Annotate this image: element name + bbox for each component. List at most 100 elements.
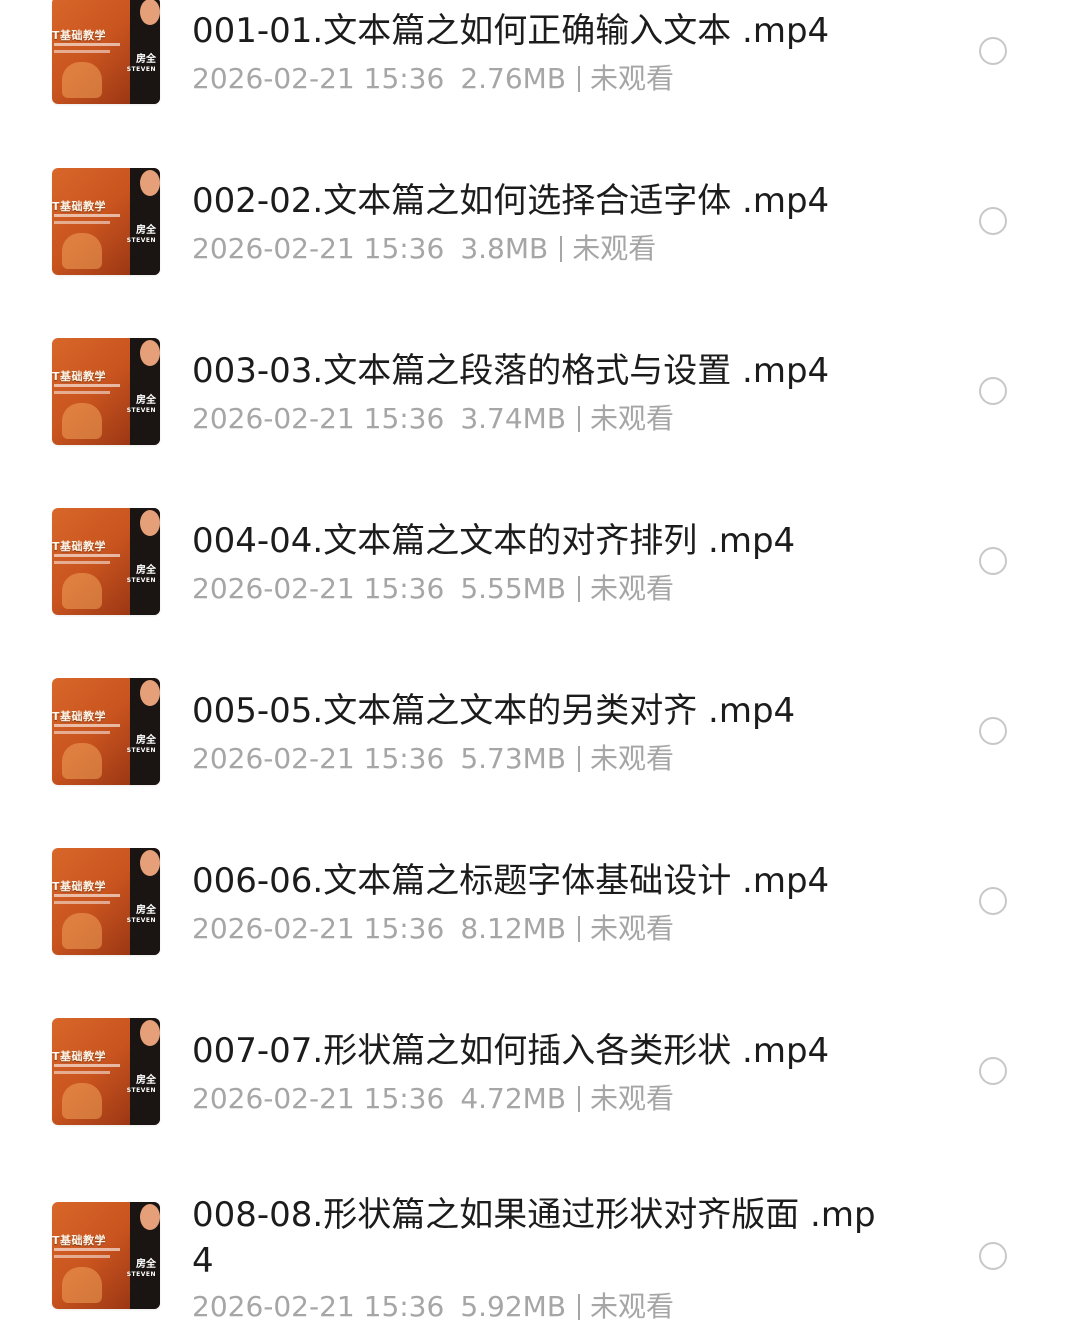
file-title[interactable]: 004-04.文本篇之文本的对齐排列 .mp4 [192, 518, 892, 564]
meta-divider [578, 406, 581, 432]
thumbnail-badge: 房全 STEVEN [127, 396, 156, 416]
file-size: 5.73MB [460, 742, 567, 775]
thumbnail-subtitle-line [54, 894, 120, 897]
file-title[interactable]: 005-05.文本篇之文本的另类对齐 .mp4 [192, 688, 892, 734]
thumbnail-subtitle-line [54, 43, 120, 46]
watch-status: 未观看 [590, 742, 675, 775]
list-item[interactable]: T基础教学 房全 STEVEN 006-06.文本篇之标题字体基础设计 .mp4 … [0, 848, 1080, 1020]
list-item[interactable]: T基础教学 房全 STEVEN 002-02.文本篇之如何选择合适字体 .mp4 … [0, 168, 1080, 340]
presenter-image [130, 848, 160, 955]
meta-divider [578, 746, 581, 772]
thumbnail-subtitle-line [54, 391, 110, 394]
file-date: 2026-02-21 15:36 [192, 402, 445, 435]
video-thumbnail: T基础教学 房全 STEVEN [52, 508, 160, 615]
meta-divider [560, 236, 563, 262]
select-radio-icon[interactable] [979, 37, 1007, 65]
select-radio-icon[interactable] [979, 207, 1007, 235]
watch-status: 未观看 [590, 1082, 675, 1115]
file-date: 2026-02-21 15:36 [192, 572, 445, 605]
select-radio-icon[interactable] [979, 717, 1007, 745]
thumbnail-subtitle-line [54, 384, 120, 387]
file-size: 3.8MB [460, 232, 549, 265]
file-title[interactable]: 003-03.文本篇之段落的格式与设置 .mp4 [192, 348, 892, 394]
select-radio-icon[interactable] [979, 377, 1007, 405]
watch-status: 未观看 [572, 232, 657, 265]
thumbnail-badge-name: 房全 [136, 1075, 156, 1086]
file-date: 2026-02-21 15:36 [192, 232, 445, 265]
file-title[interactable]: 007-07.形状篇之如何插入各类形状 .mp4 [192, 1028, 892, 1074]
thumbnail-badge-sub: STEVEN [126, 1271, 156, 1278]
list-item[interactable]: T基础教学 房全 STEVEN 001-01.文本篇之如何正确输入文本 .mp4 … [0, 0, 1080, 170]
thumbnail-badge-sub: STEVEN [126, 917, 156, 924]
watch-status: 未观看 [590, 62, 675, 95]
meta-divider [578, 66, 581, 92]
list-item[interactable]: T基础教学 房全 STEVEN 003-03.文本篇之段落的格式与设置 .mp4 … [0, 338, 1080, 510]
presenter-image [130, 338, 160, 445]
thumbnail-badge-name: 房全 [136, 565, 156, 576]
list-item[interactable]: T基础教学 房全 STEVEN 008-08.形状篇之如果通过形状对齐版面 .mp… [0, 1190, 1080, 1340]
thumbnail-badge-sub: STEVEN [126, 747, 156, 754]
watch-status: 未观看 [590, 402, 675, 435]
presenter-image [130, 678, 160, 785]
thumbnail-subtitle-line [54, 561, 110, 564]
presenter-image [130, 1202, 160, 1309]
thumbnail-subtitle-line [54, 1071, 110, 1074]
thumbnail-badge: 房全 STEVEN [127, 1076, 156, 1096]
file-meta: 2026-02-21 15:36 3.74MB 未观看 [192, 402, 674, 436]
list-item[interactable]: T基础教学 房全 STEVEN 005-05.文本篇之文本的另类对齐 .mp4 2… [0, 678, 1080, 850]
file-title[interactable]: 006-06.文本篇之标题字体基础设计 .mp4 [192, 858, 892, 904]
file-meta: 2026-02-21 15:36 4.72MB 未观看 [192, 1082, 674, 1116]
meta-divider [578, 1086, 581, 1112]
file-size: 4.72MB [460, 1082, 567, 1115]
file-meta: 2026-02-21 15:36 5.92MB 未观看 [192, 1290, 674, 1324]
file-title[interactable]: 002-02.文本篇之如何选择合适字体 .mp4 [192, 178, 892, 224]
list-item[interactable]: T基础教学 房全 STEVEN 007-07.形状篇之如何插入各类形状 .mp4 … [0, 1018, 1080, 1190]
video-thumbnail: T基础教学 房全 STEVEN [52, 0, 160, 104]
file-title[interactable]: 008-08.形状篇之如果通过形状对齐版面 .mp4 [192, 1192, 892, 1284]
thumbnail-title: T基础教学 [52, 29, 107, 42]
thumbnail-badge: 房全 STEVEN [127, 1260, 156, 1280]
presenter-image [130, 168, 160, 275]
thumbnail-badge: 房全 STEVEN [127, 906, 156, 926]
thumbnail-badge-name: 房全 [136, 735, 156, 746]
thumbnail-art [62, 573, 102, 609]
thumbnail-badge-sub: STEVEN [126, 407, 156, 414]
thumbnail-title: T基础教学 [52, 1234, 107, 1247]
thumbnail-title: T基础教学 [52, 880, 107, 893]
thumbnail-subtitle-line [54, 901, 110, 904]
file-size: 8.12MB [460, 912, 567, 945]
select-radio-icon[interactable] [979, 1242, 1007, 1270]
thumbnail-title: T基础教学 [52, 200, 107, 213]
list-item[interactable]: T基础教学 房全 STEVEN 004-04.文本篇之文本的对齐排列 .mp4 2… [0, 508, 1080, 680]
thumbnail-art [62, 62, 102, 98]
thumbnail-badge-sub: STEVEN [126, 237, 156, 244]
select-radio-icon[interactable] [979, 887, 1007, 915]
thumbnail-art [62, 1083, 102, 1119]
thumbnail-badge-name: 房全 [136, 905, 156, 916]
watch-status: 未观看 [590, 1290, 675, 1323]
file-title[interactable]: 001-01.文本篇之如何正确输入文本 .mp4 [192, 8, 892, 54]
thumbnail-title: T基础教学 [52, 710, 107, 723]
thumbnail-subtitle-line [54, 1064, 120, 1067]
video-thumbnail: T基础教学 房全 STEVEN [52, 848, 160, 955]
thumbnail-subtitle-line [54, 731, 110, 734]
thumbnail-badge: 房全 STEVEN [127, 55, 156, 75]
meta-divider [578, 1294, 581, 1320]
file-date: 2026-02-21 15:36 [192, 912, 445, 945]
thumbnail-title: T基础教学 [52, 1050, 107, 1063]
file-meta: 2026-02-21 15:36 3.8MB 未观看 [192, 232, 656, 266]
thumbnail-subtitle-line [54, 1248, 120, 1251]
select-radio-icon[interactable] [979, 1057, 1007, 1085]
thumbnail-badge-name: 房全 [136, 225, 156, 236]
thumbnail-art [62, 403, 102, 439]
file-date: 2026-02-21 15:36 [192, 1082, 445, 1115]
meta-divider [578, 576, 581, 602]
video-thumbnail: T基础教学 房全 STEVEN [52, 678, 160, 785]
thumbnail-badge-sub: STEVEN [126, 577, 156, 584]
file-date: 2026-02-21 15:36 [192, 62, 445, 95]
select-radio-icon[interactable] [979, 547, 1007, 575]
file-meta: 2026-02-21 15:36 8.12MB 未观看 [192, 912, 674, 946]
video-thumbnail: T基础教学 房全 STEVEN [52, 1202, 160, 1309]
thumbnail-subtitle-line [54, 50, 110, 53]
watch-status: 未观看 [590, 912, 675, 945]
